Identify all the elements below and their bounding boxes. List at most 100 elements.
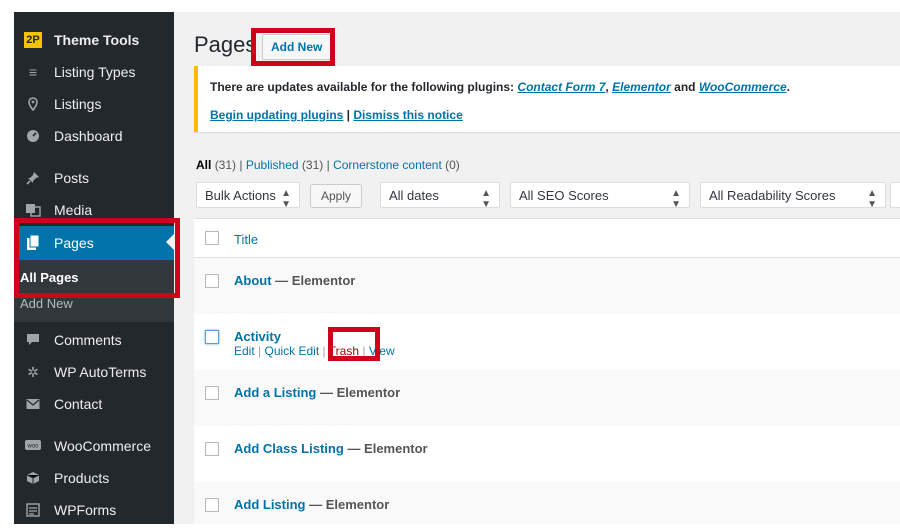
view-published-link[interactable]: Published bbox=[246, 158, 299, 172]
table-row: Add Listing — Elementor bbox=[194, 482, 900, 524]
pages-icon bbox=[24, 234, 42, 252]
seo-filter-select[interactable]: All SEO Scores ▲ ▼ bbox=[510, 182, 690, 210]
notice-and: and bbox=[674, 80, 696, 94]
seo-filter-value: All SEO Scores bbox=[519, 187, 609, 203]
mail-icon bbox=[24, 395, 42, 413]
post-state: — Elementor bbox=[275, 273, 356, 288]
sidebar-item-label: Comments bbox=[54, 332, 122, 348]
bulk-actions-value: Bulk Actions bbox=[205, 187, 276, 203]
row-checkbox[interactable] bbox=[205, 498, 219, 512]
gear-icon: ✲ bbox=[27, 363, 39, 380]
page-title-link[interactable]: Add Class Listing bbox=[234, 441, 344, 456]
select-caret-icon: ▲ ▼ bbox=[481, 188, 491, 210]
edit-link[interactable]: Edit bbox=[234, 344, 255, 358]
woo-icon: woo bbox=[24, 437, 42, 455]
apply-button[interactable]: Apply bbox=[310, 184, 362, 208]
notice-text: There are updates available for the foll… bbox=[210, 80, 790, 94]
sidebar-item-contact[interactable]: Contact bbox=[14, 388, 174, 420]
view-separator: | bbox=[326, 158, 330, 172]
sidebar-item-label: WPForms bbox=[54, 502, 117, 518]
form-icon bbox=[24, 501, 42, 519]
view-cornerstone-link[interactable]: Cornerstone content bbox=[333, 158, 442, 172]
sidebar-item-listing-types[interactable]: ≡ Listing Types bbox=[14, 56, 174, 88]
table-row: Activity Edit | Quick Edit | Trash | Vie… bbox=[194, 314, 900, 370]
sidebar-item-media[interactable]: Media bbox=[14, 194, 174, 226]
sidebar-item-label: WP AutoTerms bbox=[54, 364, 147, 380]
page-title-link[interactable]: About bbox=[234, 273, 272, 288]
trash-link[interactable]: Trash bbox=[329, 344, 359, 358]
row-actions: Edit | Quick Edit | Trash | View bbox=[234, 344, 395, 358]
row-action-separator: | bbox=[362, 344, 366, 358]
begin-updating-link[interactable]: Begin updating plugins bbox=[210, 108, 343, 122]
sidebar-item-label: Listing Types bbox=[54, 64, 136, 80]
svg-text:woo: woo bbox=[26, 444, 39, 450]
pages-table: Title About — Elementor Activity Edit | … bbox=[194, 218, 900, 524]
dates-filter-select[interactable]: All dates ▲ ▼ bbox=[380, 182, 500, 210]
media-icon bbox=[24, 201, 42, 219]
view-published-count: (31) bbox=[301, 158, 324, 172]
row-title-link: Add Listing — Elementor bbox=[234, 497, 389, 512]
row-title-link: Add a Listing — Elementor bbox=[234, 385, 400, 400]
view-filters: All (31) | Published (31) | Cornerstone … bbox=[196, 158, 460, 172]
view-all-link[interactable]: All bbox=[196, 158, 211, 172]
admin-sidebar: 2P Theme Tools ≡ Listing Types Listings … bbox=[14, 12, 174, 524]
pin-icon bbox=[24, 95, 42, 113]
screenshot-frame: 2P Theme Tools ≡ Listing Types Listings … bbox=[0, 0, 900, 528]
row-title-link: About — Elementor bbox=[234, 273, 355, 288]
row-checkbox[interactable] bbox=[205, 274, 219, 288]
row-checkbox[interactable] bbox=[205, 442, 219, 456]
dashboard-icon bbox=[24, 127, 42, 145]
select-caret-icon: ▲ ▼ bbox=[867, 188, 877, 210]
sidebar-item-label: Media bbox=[54, 202, 93, 218]
row-action-separator: | bbox=[322, 344, 326, 358]
row-action-separator: | bbox=[258, 344, 262, 358]
row-checkbox[interactable] bbox=[205, 386, 219, 400]
sidebar-item-comments[interactable]: Comments bbox=[14, 324, 174, 356]
sidebar-item-pages[interactable]: Pages bbox=[14, 226, 174, 260]
extra-filter-select[interactable] bbox=[890, 182, 900, 208]
row-title-link: Add Class Listing — Elementor bbox=[234, 441, 428, 456]
sidebar-item-label: Listings bbox=[54, 96, 102, 112]
sidebar-item-wpforms[interactable]: WPForms bbox=[14, 494, 174, 524]
post-state: — Elementor bbox=[309, 497, 390, 512]
sidebar-item-listings[interactable]: Listings bbox=[14, 88, 174, 120]
select-all-checkbox[interactable] bbox=[205, 231, 219, 245]
sidebar-item-wp-autoterms[interactable]: ✲ WP AutoTerms bbox=[14, 356, 174, 388]
comment-icon bbox=[24, 331, 42, 349]
current-menu-arrow bbox=[166, 234, 174, 250]
table-row: About — Elementor bbox=[194, 258, 900, 314]
page-title-link[interactable]: Add a Listing bbox=[234, 385, 316, 400]
row-checkbox[interactable] bbox=[205, 330, 219, 344]
sidebar-item-theme-tools[interactable]: 2P Theme Tools bbox=[14, 24, 174, 56]
sidebar-item-label: Dashboard bbox=[54, 128, 123, 144]
post-state: — Elementor bbox=[319, 385, 401, 400]
submenu-all-pages[interactable]: All Pages bbox=[20, 270, 79, 285]
table-row: Add a Listing — Elementor bbox=[194, 370, 900, 426]
plugin-link-elementor[interactable]: Elementor bbox=[612, 80, 671, 94]
sidebar-item-label: Contact bbox=[54, 396, 103, 412]
plugin-link-contact-form-7[interactable]: Contact Form 7 bbox=[517, 80, 605, 94]
quick-edit-link[interactable]: Quick Edit bbox=[265, 344, 320, 358]
sidebar-item-posts[interactable]: Posts bbox=[14, 162, 174, 194]
sidebar-item-label: Posts bbox=[54, 170, 90, 186]
page-title: Pages bbox=[194, 32, 257, 57]
page-title-link[interactable]: Add Listing bbox=[234, 497, 306, 512]
submenu-add-new[interactable]: Add New bbox=[20, 296, 73, 311]
view-link[interactable]: View bbox=[369, 344, 395, 358]
plugin-link-woocommerce[interactable]: WooCommerce bbox=[699, 80, 787, 94]
pin-thumbtack-icon bbox=[24, 169, 42, 187]
dismiss-notice-link[interactable]: Dismiss this notice bbox=[353, 108, 462, 122]
sidebar-item-label: WooCommerce bbox=[54, 438, 151, 454]
select-caret-icon: ▲ ▼ bbox=[671, 188, 681, 210]
readability-filter-select[interactable]: All Readability Scores ▲ ▼ bbox=[700, 182, 886, 210]
add-new-button[interactable]: Add New bbox=[262, 34, 332, 60]
sidebar-item-label: Theme Tools bbox=[54, 32, 140, 48]
title-column-header[interactable]: Title bbox=[234, 232, 258, 247]
view-separator: | bbox=[239, 158, 243, 172]
bulk-actions-select[interactable]: Bulk Actions ▲ ▼ bbox=[196, 182, 300, 210]
sidebar-item-dashboard[interactable]: Dashboard bbox=[14, 120, 174, 152]
sidebar-item-products[interactable]: Products bbox=[14, 462, 174, 494]
page-title-link[interactable]: Activity bbox=[234, 329, 281, 344]
sidebar-item-woocommerce[interactable]: woo WooCommerce bbox=[14, 430, 174, 462]
sidebar-item-label: Products bbox=[54, 470, 110, 486]
